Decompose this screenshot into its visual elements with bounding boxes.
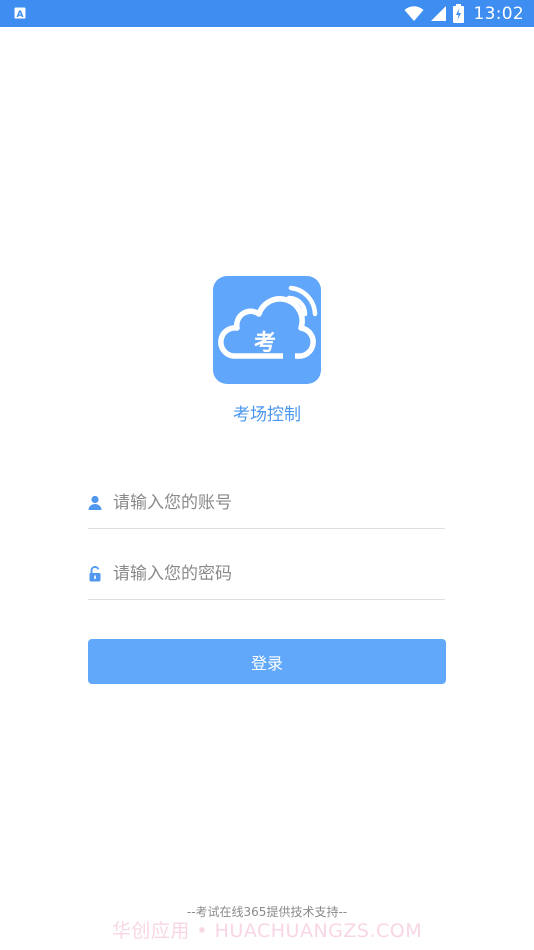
- a-notification-icon: A: [14, 7, 26, 19]
- status-icons: 13:02: [404, 3, 525, 24]
- svg-text:A: A: [17, 10, 24, 19]
- password-input[interactable]: [113, 560, 433, 588]
- logo-character: 考: [254, 331, 276, 356]
- password-field[interactable]: [88, 552, 445, 600]
- battery-charging-icon: [452, 4, 464, 23]
- login-button[interactable]: 登录: [88, 639, 446, 684]
- app-title: 考场控制: [233, 405, 301, 425]
- lock-icon: [89, 566, 101, 582]
- status-time: 13:02: [473, 3, 524, 24]
- wifi-icon: [404, 5, 423, 21]
- watermark: 华创应用 • HUACHUANGZS.COM: [111, 920, 423, 942]
- status-bar: A 13:02: [0, 0, 534, 27]
- signal-icon: [430, 6, 446, 21]
- account-input[interactable]: [113, 489, 433, 517]
- cloud-signal-icon: 考: [218, 285, 318, 360]
- account-field[interactable]: [88, 481, 445, 529]
- app-logo: 考: [213, 276, 321, 384]
- user-icon: [88, 495, 102, 510]
